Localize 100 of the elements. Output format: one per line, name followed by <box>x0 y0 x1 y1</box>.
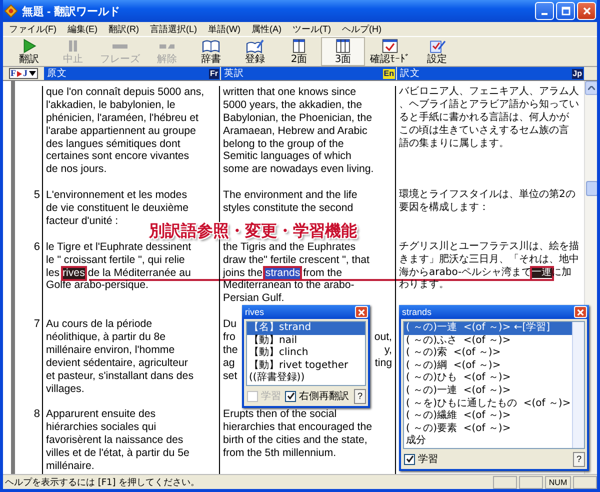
column-title: 訳文 <box>400 67 420 80</box>
text-line: written that one knows since <box>223 86 356 99</box>
menu-item[interactable]: 単語(W) <box>204 22 248 36</box>
menu-item[interactable]: 属性(A) <box>248 22 288 36</box>
language-badge: Jp <box>572 68 583 78</box>
popup-title: strands <box>402 307 433 317</box>
text-line: チグリス川とユーフラテス川は、絵を描 <box>399 240 579 254</box>
toolbar-button[interactable]: 確認ﾓｰﾄﾞ <box>365 37 415 66</box>
toolbar-button[interactable]: 3面 <box>321 37 365 66</box>
candidate-item[interactable]: ( ～の)綱 <(of ～)> <box>404 360 572 372</box>
candidate-item[interactable]: 【動】clinch <box>247 347 365 360</box>
column-title: 原文 <box>47 67 67 80</box>
window-title: 無題 - 翻訳ワールド <box>22 4 121 18</box>
text-line: Golfe arabo-persique. <box>46 279 148 292</box>
text-line: certaines sont encore vivantes <box>46 150 190 164</box>
caret-icon <box>28 71 36 76</box>
candidate-item[interactable]: 【動】rivet together <box>247 360 365 372</box>
text-line: de vie constituent le deuxième <box>46 202 189 215</box>
popup-title: rives <box>245 307 266 317</box>
candidate-item[interactable]: 【名】strand <box>247 322 365 335</box>
text-line: hierarchies that encouraged the <box>223 421 372 434</box>
text-line: The environment and the life <box>223 189 358 202</box>
segment-number: 5 <box>34 189 40 202</box>
candidate-item[interactable]: 【動】nail <box>247 334 365 348</box>
status-panel <box>573 476 597 488</box>
segment-number: 7 <box>34 318 40 330</box>
candidate-item[interactable]: 成分 <box>404 435 572 448</box>
close-icon <box>357 308 366 316</box>
candidate-item[interactable]: ( ～の)ふさ <(of ～)> <box>404 334 572 348</box>
scroll-thumb[interactable] <box>586 181 597 196</box>
menu-item[interactable]: ファイル(F) <box>5 22 64 36</box>
scrollbar[interactable] <box>572 322 584 448</box>
text-line: hiérarchies sociales qui <box>46 421 156 434</box>
bar-icon <box>157 44 177 49</box>
candidate-item[interactable]: ( ～の)一連 <(of ～)> <box>404 384 572 398</box>
text-line: 語の集まりに属します。 <box>399 138 509 150</box>
text-line: devient sédentaire, agriculteur <box>46 356 188 370</box>
text-line: villes et de l'état, à partir du 5e <box>46 447 190 460</box>
toolbar-button[interactable]: 辞書 <box>189 37 233 66</box>
text-line: バビロニア人、フェニキア人、アラム人 <box>399 86 579 98</box>
text-line: y, <box>384 344 393 357</box>
status-text: ヘルプを表示するには [F1] を押してください。 <box>4 476 201 488</box>
line-text: les <box>46 266 61 279</box>
text-line: この頃は生きていさえするセム族の言 <box>399 124 569 138</box>
menu-item[interactable]: 翻訳(R) <box>104 22 146 36</box>
checkbox-option[interactable]: 学習 <box>404 452 438 466</box>
text-line: villages. <box>46 382 84 396</box>
text-line: des langues sémitiques dont <box>46 138 180 150</box>
text-line: de nos jours. <box>46 163 107 176</box>
text-line: Du <box>223 318 237 332</box>
text-line: some are nowadays even living. <box>223 163 374 176</box>
text-line: Aramaean, Hebrew and Arabic <box>223 124 368 138</box>
line-text: from the <box>302 266 342 279</box>
text-line: birth of the cities and the state, <box>223 434 368 448</box>
text-line: et pasteur, s'installant dans des <box>46 370 194 383</box>
text-line: 要因を構成します： <box>399 202 489 215</box>
text-line: set <box>223 370 238 383</box>
menu-item[interactable]: ヘルプ(H) <box>338 22 388 36</box>
text-line: 環境とライフスタイルは、単位の第2の <box>399 189 576 202</box>
segment-number: 6 <box>34 240 40 253</box>
language-pair-dropdown[interactable]: F J <box>8 68 38 79</box>
candidate-item[interactable]: ( ～の)索 <(of ～)> <box>404 347 572 360</box>
menu-item[interactable]: 編集(E) <box>64 22 104 36</box>
text-line: facteur d'unité : <box>46 214 118 228</box>
highlight-frame <box>263 266 302 282</box>
checkmark-icon <box>406 455 414 464</box>
text-line: styles constitute the second <box>223 202 354 215</box>
line-text: de la Méditerranée au <box>86 266 191 279</box>
maximize-button[interactable] <box>556 2 575 20</box>
book-pen-icon <box>244 38 266 54</box>
candidate-item[interactable]: ( ～を)ひもに通したもの <(of ～)> <box>404 398 572 410</box>
text-line: néolithique, à partir du 8e <box>46 331 166 344</box>
text-line: 、ヘブライ語とアラビア語から知ってい <box>399 98 579 112</box>
candidate-item[interactable]: ( ～の)繊維 <(of ～)> <box>404 410 572 423</box>
highlight-frame <box>530 266 554 282</box>
bar-icon <box>110 44 130 49</box>
close-button[interactable] <box>574 306 587 318</box>
menu-item[interactable]: ツール(T) <box>288 22 338 36</box>
checkbox-option[interactable]: 右側再翻訳 <box>285 389 349 404</box>
language-badge: Fr <box>209 68 219 78</box>
close-button[interactable] <box>355 306 368 318</box>
candidate-item[interactable]: ((辞書登録)) <box>247 372 365 385</box>
text-line: Apparurent ensuite des <box>46 408 156 422</box>
candidate-item[interactable]: ( ～の)一連 <(of ～)> ←[学習] <box>404 322 572 335</box>
text-line: phénicien, l'araméen, l'hébreu et <box>46 112 198 125</box>
help-button[interactable]: ? <box>573 452 585 467</box>
toolbar-button[interactable]: 設定 <box>415 37 459 66</box>
candidate-item[interactable]: ( ～の)要素 <(of ～)> <box>404 422 572 436</box>
candidate-item[interactable]: ( ～の)ひも <(of ～)> <box>404 372 572 385</box>
minimize-button[interactable] <box>535 2 554 20</box>
help-button[interactable]: ? <box>354 388 366 404</box>
text-line: out, <box>374 331 393 344</box>
toolbar-button[interactable]: 翻訳 <box>7 37 51 66</box>
text-line: ると手紙に書かれる言語は、何人かが <box>399 112 569 124</box>
text-line: millénaire. <box>46 460 94 473</box>
toolbar-button[interactable]: 2面 <box>277 37 321 66</box>
menu-item[interactable]: 言語選択(L) <box>146 22 204 36</box>
close-button[interactable] <box>577 2 596 20</box>
toolbar-button[interactable]: 登録 <box>233 37 277 66</box>
text-line: Babylonian, the Phoenician, the <box>223 112 372 125</box>
